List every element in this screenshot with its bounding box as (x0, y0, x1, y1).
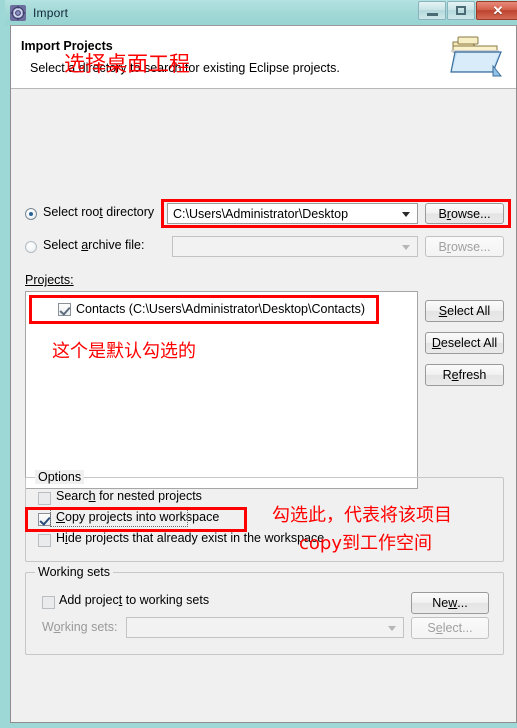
project-checkbox[interactable] (58, 302, 71, 316)
browse-archive-button[interactable]: Br owse... (425, 236, 504, 257)
root-dir-label-suffix: directory (102, 205, 155, 219)
add-project-to-working-sets-checkbox[interactable] (42, 596, 55, 609)
import-dialog-window: Import ✕ Import Projects Select a direct… (0, 0, 517, 728)
ws-add-suffix: to working sets (122, 593, 210, 607)
archive-label-prefix: Select (43, 238, 82, 252)
working-sets-field-label: Working sets: (42, 620, 118, 634)
select-archive-file-radio[interactable] (25, 241, 37, 253)
select-root-directory-radio[interactable] (25, 208, 37, 220)
select-root-directory-label: Select root directory (43, 205, 154, 219)
chevron-down-icon-working-sets[interactable] (388, 625, 396, 631)
projects-label: Projects: (25, 273, 74, 287)
open-folder-icon (449, 32, 503, 82)
search-nested-projects-label: Search for nested projects (56, 489, 202, 503)
browse-root-button[interactable]: Br owse... (425, 203, 504, 224)
select-all-suffix: elect All (447, 304, 491, 318)
maximize-icon (456, 6, 466, 15)
projects-label-text: Projects: (25, 273, 74, 287)
projects-listbox[interactable]: Contacts (C:\Users\Administrator\Desktop… (25, 291, 418, 489)
annotation-select-desktop-project: 选择桌面工程 (64, 52, 190, 76)
ws-new-prefix: Ne (432, 596, 449, 610)
minimize-button[interactable] (418, 1, 446, 20)
screenshot-root: Import ✕ Import Projects Select a direct… (0, 0, 517, 728)
chevron-down-icon[interactable] (402, 211, 410, 217)
options-group-title: Options (35, 470, 85, 484)
refresh-suffix: fresh (458, 368, 487, 382)
hide-existing-projects-label: Hide projects that already exist in the … (56, 531, 324, 545)
title-bar[interactable]: Import ✕ (5, 0, 517, 25)
working-sets-group-title: Working sets (35, 565, 114, 579)
select-all-mnemonic: S (438, 304, 448, 318)
chevron-down-icon-archive[interactable] (402, 244, 410, 250)
refresh-mnemonic: e (451, 368, 459, 382)
annotation-copy-note-line2: copy到工作空间 (299, 533, 432, 554)
ws-label-mnemonic: o (53, 620, 61, 634)
opt2-suffix: de projects that already exist in the wo… (67, 531, 325, 545)
ws-select-mnemonic: e (435, 621, 443, 635)
close-icon: ✕ (492, 3, 504, 18)
eclipse-import-icon (10, 4, 26, 21)
select-working-set-button[interactable]: Se lect... (411, 617, 489, 639)
archive-file-combo[interactable] (172, 236, 418, 257)
select-archive-file-label: Select archive file: (43, 238, 144, 252)
browse-archive-suffix: owse... (450, 239, 491, 254)
ws-add-prefix: Add projec (59, 593, 119, 607)
list-item[interactable]: Contacts (C:\Users\Administrator\Desktop… (26, 299, 417, 319)
refresh-button[interactable]: Re fresh (425, 364, 504, 386)
browse-archive-prefix: B (438, 239, 447, 254)
ws-select-suffix: lect... (442, 621, 473, 635)
maximize-button[interactable] (447, 1, 475, 20)
new-working-set-button[interactable]: Ne w... (411, 592, 489, 614)
ws-new-mnemonic: w (448, 596, 458, 610)
archive-label-suffix: rchive file: (88, 238, 145, 252)
hide-existing-projects-checkbox[interactable] (38, 534, 51, 547)
opt0-suffix: for nested projects (95, 489, 202, 503)
root-dir-label-prefix: Select roo (43, 205, 100, 219)
copy-projects-focus-ring (50, 509, 188, 527)
deselect-all-mnemonic: D (431, 336, 441, 350)
opt0-prefix: Searc (56, 489, 89, 503)
opt2-prefix: H (56, 531, 66, 545)
close-button[interactable]: ✕ (476, 1, 517, 20)
window-title: Import (33, 5, 69, 20)
ws-label-prefix: W (42, 620, 54, 634)
root-directory-value: C:\Users\Administrator\Desktop (173, 206, 349, 221)
select-all-button[interactable]: Select All (425, 300, 504, 322)
window-controls: ✕ (417, 1, 517, 20)
wizard-header: Import Projects Select a directory to se… (11, 26, 516, 89)
deselect-all-button[interactable]: Deselect All (425, 332, 504, 354)
opt0-mnemonic: h (88, 489, 96, 503)
annotation-default-checked: 这个是默认勾选的 (52, 341, 196, 362)
working-sets-group: Working sets Add project to working sets… (25, 565, 504, 655)
root-directory-combo[interactable]: C:\Users\Administrator\Desktop (167, 203, 418, 224)
browse-root-prefix: B (438, 206, 447, 221)
deselect-all-suffix: eselect All (440, 336, 498, 350)
ws-select-prefix: S (427, 621, 436, 635)
working-sets-combo[interactable] (126, 617, 404, 638)
add-project-to-working-sets-label: Add project to working sets (59, 593, 209, 607)
dialog-body: Import Projects Select a directory to se… (10, 25, 517, 723)
browse-root-suffix: owse... (450, 206, 491, 221)
annotation-copy-note-line1: 勾选此，代表将该项目 (272, 505, 452, 526)
project-name: Contacts (C:\Users\Administrator\Desktop… (76, 302, 365, 316)
refresh-prefix: R (442, 368, 452, 382)
search-nested-projects-checkbox[interactable] (38, 492, 51, 505)
wizard-content: Select root directory C:\Users\Administr… (11, 89, 516, 723)
ws-new-suffix: ... (457, 596, 468, 610)
ws-label-suffix: rking sets: (60, 620, 118, 634)
minimize-icon (426, 12, 438, 16)
